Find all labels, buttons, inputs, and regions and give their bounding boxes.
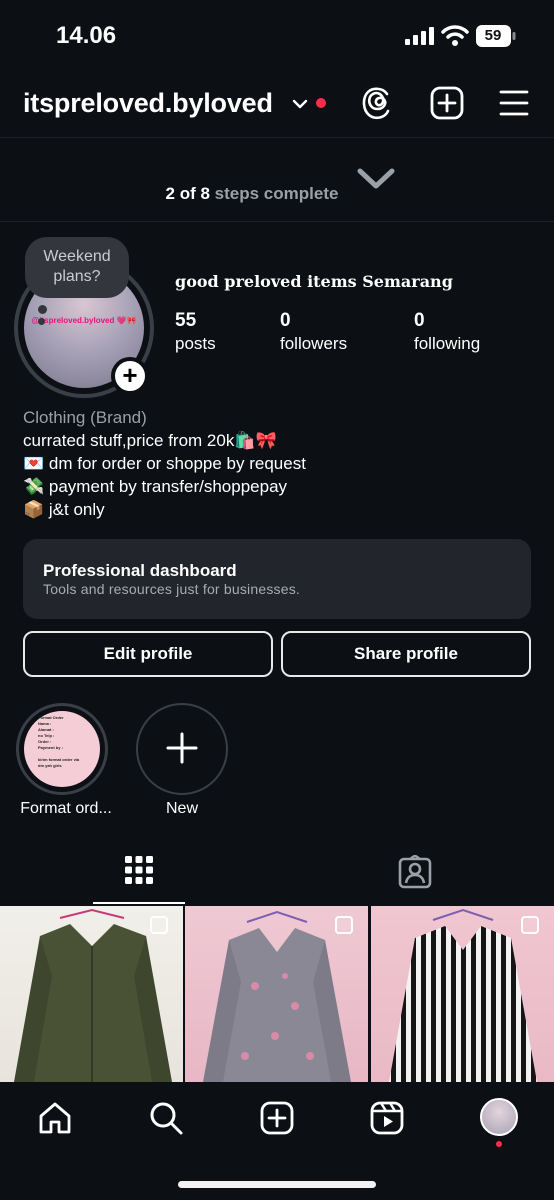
bio-line: currated stuff,price from 20k🛍️🎀: [23, 431, 277, 450]
dashboard-title: Professional dashboard: [43, 561, 237, 580]
create-post-icon[interactable]: [430, 86, 464, 120]
share-profile-button[interactable]: Share profile: [281, 631, 531, 677]
select-checkbox[interactable]: [150, 916, 168, 934]
highlight-format-order[interactable]: Format Order Nama : Alamat : no Telp : O…: [24, 711, 100, 787]
note-text: Weekend plans?: [43, 248, 111, 285]
notification-dot: [496, 1141, 502, 1147]
notification-dot: [316, 98, 326, 108]
profile-name: good preloved items Semarang: [175, 272, 453, 291]
username-switcher[interactable]: itspreloved.byloved: [23, 88, 273, 119]
tagged-posts-icon[interactable]: [398, 855, 432, 889]
note-bubble-tail: [38, 318, 45, 325]
chevron-down-icon[interactable]: [356, 166, 396, 192]
highlight-label: New: [165, 800, 198, 817]
edit-profile-button[interactable]: Edit profile: [23, 631, 273, 677]
note-bubble-tail: [38, 305, 47, 314]
bio-line: 📦 j&t only: [23, 500, 105, 519]
dashboard-subtitle: Tools and resources just for businesses.: [43, 581, 301, 597]
status-bar: 14.06 59: [0, 0, 554, 72]
bio-line: 💸 payment by transfer/shoppepay: [23, 477, 288, 496]
create-icon[interactable]: [259, 1100, 295, 1136]
status-time: 14.06: [56, 22, 117, 49]
stat-label: posts: [175, 334, 216, 353]
followers-count[interactable]: 0 followers: [280, 310, 347, 354]
steps-done: 2 of 8: [165, 184, 210, 203]
select-checkbox[interactable]: [335, 916, 353, 934]
select-checkbox[interactable]: [521, 916, 539, 934]
profile-header: itspreloved.byloved: [0, 72, 554, 138]
profile-steps-banner[interactable]: 2 of 8 steps complete: [0, 138, 554, 222]
steps-rest: steps complete: [209, 184, 339, 203]
cellular-signal-icon: [405, 27, 434, 45]
stat-label: followers: [280, 334, 348, 353]
menu-icon[interactable]: [498, 88, 530, 118]
following-count[interactable]: 0 following: [414, 310, 480, 354]
plus-icon: [166, 732, 198, 764]
profile-avatar-tab[interactable]: [480, 1098, 518, 1136]
post-thumbnail[interactable]: [371, 906, 554, 1082]
post-thumbnail[interactable]: [0, 906, 183, 1082]
professional-dashboard-card[interactable]: Professional dashboard Tools and resourc…: [23, 539, 531, 619]
steps-progress-text: 2 of 8 steps complete: [0, 184, 504, 204]
highlight-note-text: Format Order Nama : Alamat : no Telp : O…: [38, 715, 80, 768]
reels-icon[interactable]: [369, 1100, 405, 1136]
stat-value: 55: [175, 310, 197, 331]
home-indicator[interactable]: [178, 1181, 376, 1188]
stat-value: 0: [414, 310, 425, 331]
battery-level: 59: [484, 27, 502, 44]
stat-value: 0: [280, 310, 291, 331]
add-story-button[interactable]: +: [111, 357, 149, 395]
posts-count[interactable]: 55 posts: [175, 310, 216, 354]
avatar-caption: @itspreloved.byloved 💗🎀: [31, 316, 137, 325]
home-icon[interactable]: [37, 1100, 73, 1136]
stat-label: following: [414, 334, 481, 353]
grid-icon: [125, 856, 153, 884]
wifi-icon: [441, 25, 469, 46]
bio-line: 💌 dm for order or shoppe by request: [23, 454, 306, 473]
chevron-down-icon[interactable]: [292, 98, 308, 110]
post-thumbnail[interactable]: [185, 906, 368, 1082]
profile-category: Clothing (Brand): [23, 408, 147, 427]
threads-icon[interactable]: [360, 85, 394, 121]
highlight-label: Format ord...: [20, 800, 112, 817]
search-icon[interactable]: [148, 1100, 184, 1136]
